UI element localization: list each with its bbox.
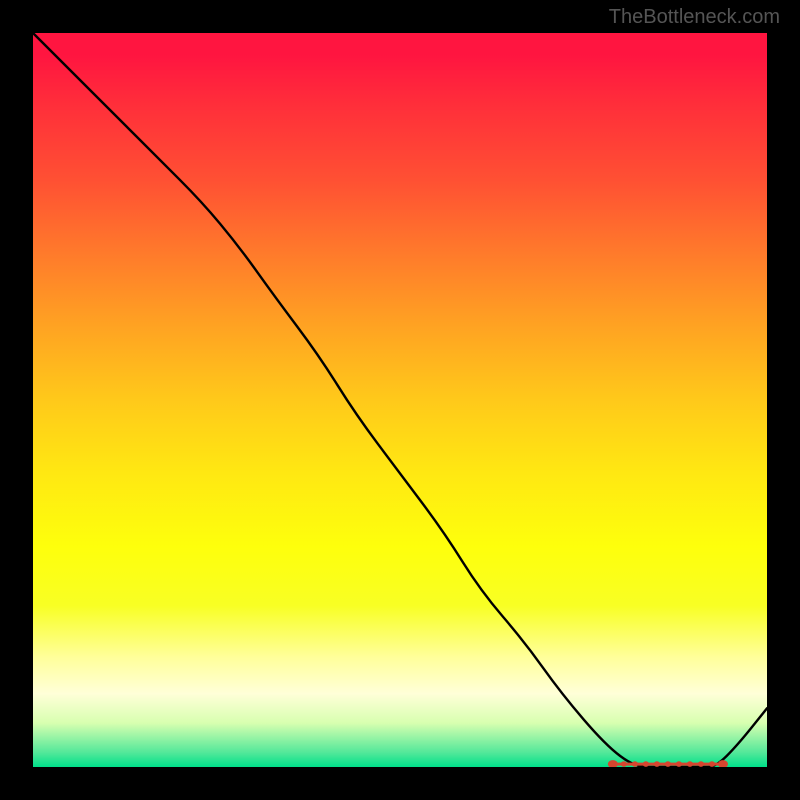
plot-area bbox=[33, 33, 767, 767]
marker-dot bbox=[608, 760, 618, 767]
marker-dot bbox=[621, 761, 627, 767]
watermark-text: TheBottleneck.com bbox=[609, 6, 780, 29]
marker-dot bbox=[665, 761, 671, 767]
marker-dot bbox=[643, 761, 649, 767]
marker-dot bbox=[654, 761, 660, 767]
line-curve bbox=[33, 33, 767, 767]
chart-svg bbox=[33, 33, 767, 767]
marker-dot bbox=[676, 761, 682, 767]
marker-dot bbox=[709, 761, 715, 767]
marker-dot bbox=[632, 761, 638, 767]
marker-dot bbox=[687, 761, 693, 767]
marker-dot bbox=[698, 761, 704, 767]
